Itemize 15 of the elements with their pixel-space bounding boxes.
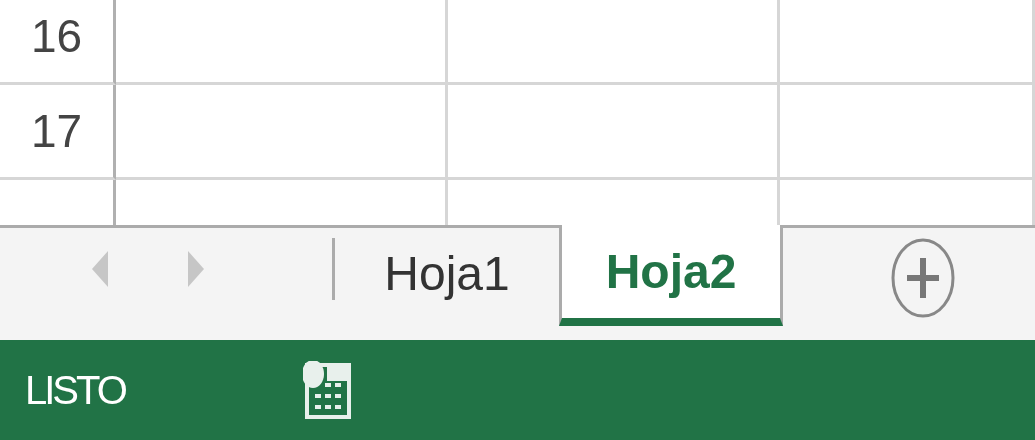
row-number: 16 [30, 9, 83, 63]
sheet-stats-icon[interactable] [302, 361, 353, 419]
status-text: LISTO [25, 367, 125, 413]
sheet-tab[interactable]: Hoja1 [335, 228, 559, 326]
grid-cell[interactable] [448, 85, 780, 180]
grid-cell[interactable] [116, 0, 448, 85]
sheet-tab[interactable]: Hoja2 [559, 225, 783, 326]
grid-cell[interactable] [116, 85, 448, 180]
row-number: 17 [30, 104, 83, 158]
grid-cell[interactable] [780, 0, 1035, 85]
scroll-left-icon[interactable] [92, 251, 108, 287]
scroll-right-icon[interactable] [188, 251, 204, 287]
add-sheet-icon[interactable] [891, 238, 955, 318]
grid-cell[interactable] [448, 0, 780, 85]
grid-cell[interactable] [780, 85, 1035, 180]
